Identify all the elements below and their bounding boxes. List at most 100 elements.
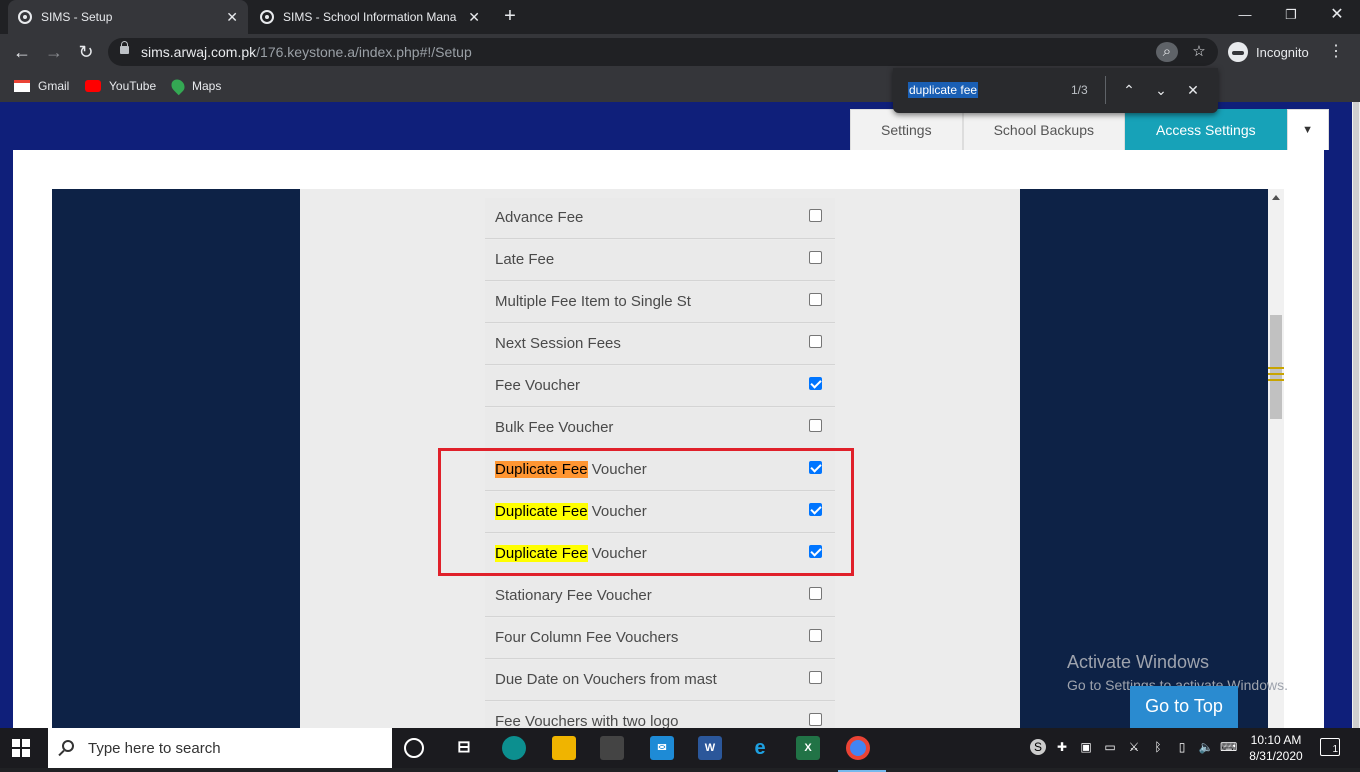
setting-checkbox[interactable]: [809, 209, 822, 222]
browser-tab-sims-setup[interactable]: SIMS - Setup ✕: [8, 0, 248, 34]
setting-label: Fee Vouchers with two logo: [495, 713, 679, 728]
task-view-icon[interactable]: ⊟: [452, 736, 476, 760]
tray-monitor-icon[interactable]: ▭: [1102, 739, 1118, 755]
setting-label: Four Column Fee Vouchers: [495, 629, 679, 646]
tab-school-backups[interactable]: School Backups: [962, 109, 1125, 150]
setting-checkbox[interactable]: [809, 251, 822, 264]
setting-label: Bulk Fee Voucher: [495, 419, 614, 436]
excel-icon[interactable]: X: [796, 736, 820, 760]
find-bar: duplicate fee 1/3 ⌃ ⌄ ✕: [893, 68, 1218, 113]
tray-display-icon[interactable]: ▣: [1078, 739, 1094, 755]
battery-icon[interactable]: ▯: [1174, 739, 1190, 755]
tab-access-settings[interactable]: Access Settings: [1125, 109, 1287, 150]
mail-icon[interactable]: ✉: [650, 736, 674, 760]
bookmark-label: YouTube: [109, 79, 157, 93]
bookmark-gmail[interactable]: Gmail: [14, 76, 69, 96]
incognito-indicator[interactable]: Incognito: [1228, 39, 1309, 65]
inner-scrollbar[interactable]: [1268, 189, 1284, 728]
setting-label: Next Session Fees: [495, 335, 621, 352]
setting-label: Multiple Fee Item to Single St: [495, 293, 691, 310]
tabs-dropdown-caret-icon[interactable]: ▼: [1286, 109, 1329, 150]
file-explorer-icon[interactable]: [552, 736, 576, 760]
store-icon[interactable]: [600, 736, 624, 760]
scroll-up-arrow-icon[interactable]: [1272, 195, 1280, 200]
globe-icon: [18, 10, 32, 24]
setting-label: Fee Voucher: [495, 377, 581, 394]
setting-checkbox[interactable]: [809, 419, 822, 432]
tray-network-icon[interactable]: ⚔: [1126, 739, 1142, 755]
close-tab-icon[interactable]: ✕: [468, 9, 480, 26]
reload-icon[interactable]: ↻: [74, 40, 98, 64]
clock-date: 8/31/2020: [1249, 749, 1303, 763]
bluetooth-icon[interactable]: ᛒ: [1150, 739, 1166, 755]
find-in-page-icon[interactable]: ⌕: [1156, 42, 1178, 62]
incognito-icon: [1228, 42, 1248, 62]
page-scrollbar-thumb[interactable]: [1353, 102, 1359, 728]
minimize-button[interactable]: —: [1222, 0, 1268, 34]
close-tab-icon[interactable]: ✕: [226, 9, 238, 26]
setting-checkbox[interactable]: [809, 377, 822, 390]
skype-icon[interactable]: S: [1030, 739, 1046, 755]
setting-checkbox[interactable]: [809, 629, 822, 642]
setting-label: Advance Fee: [495, 209, 584, 226]
bookmark-star-icon[interactable]: ☆: [1188, 42, 1210, 62]
page-content: Settings School Backups Access Settings …: [0, 102, 1360, 728]
find-match-count: 1/3: [1071, 83, 1088, 97]
chrome-icon[interactable]: [838, 736, 886, 772]
windows-taskbar: Type here to search ⊟ ✉ W e X S ✚ ▣ ▭ ⚔ …: [0, 728, 1360, 772]
setting-checkbox[interactable]: [809, 671, 822, 684]
kebab-menu-icon[interactable]: ⋮: [1324, 40, 1348, 64]
keyboard-icon[interactable]: ⌨: [1220, 739, 1237, 755]
close-window-button[interactable]: ✕: [1314, 0, 1360, 34]
find-divider: [1105, 76, 1106, 104]
setting-row: Four Column Fee Vouchers: [485, 618, 835, 659]
word-icon[interactable]: W: [698, 736, 722, 760]
setting-row: Advance Fee: [485, 198, 835, 239]
bookmark-youtube[interactable]: YouTube: [85, 76, 156, 96]
browser-toolbar: ← → ↻ sims.arwaj.com.pk/176.keystone.a/i…: [0, 34, 1360, 70]
cortana-icon[interactable]: [404, 738, 424, 758]
tab-title: SIMS - School Information Mana: [283, 10, 457, 24]
url-text: sims.arwaj.com.pk/176.keystone.a/index.p…: [141, 44, 472, 60]
setting-row: Fee Voucher: [485, 366, 835, 407]
taskbar-search-box[interactable]: Type here to search: [48, 728, 392, 768]
tray-app-icon[interactable]: ✚: [1054, 739, 1070, 755]
page-scrollbar[interactable]: [1352, 102, 1360, 728]
find-match-marker: [1268, 373, 1284, 375]
activate-title: Activate Windows: [1067, 652, 1210, 672]
right-dark-column: [1020, 189, 1268, 728]
bookmark-label: Maps: [192, 79, 222, 93]
setting-checkbox[interactable]: [809, 335, 822, 348]
find-previous-chevron-up-icon[interactable]: ⌃: [1119, 80, 1139, 100]
setting-row: Bulk Fee Voucher: [485, 408, 835, 449]
incognito-label: Incognito: [1256, 44, 1309, 60]
maps-icon: [168, 76, 188, 96]
setting-checkbox[interactable]: [809, 713, 822, 726]
setting-row: Multiple Fee Item to Single St: [485, 282, 835, 323]
new-tab-button[interactable]: +: [498, 4, 522, 28]
search-icon: [62, 740, 74, 752]
bookmark-label: Gmail: [38, 79, 70, 93]
browser-tab-sims-school-info[interactable]: SIMS - School Information Mana ✕: [250, 0, 490, 34]
youtube-icon: [85, 80, 101, 92]
search-placeholder: Type here to search: [88, 740, 221, 757]
action-center-icon[interactable]: 1: [1320, 738, 1340, 756]
system-clock[interactable]: 10:10 AM 8/31/2020: [1244, 732, 1308, 764]
windows-start-icon[interactable]: [12, 739, 30, 757]
find-input[interactable]: duplicate fee: [908, 82, 979, 98]
tab-settings[interactable]: Settings: [850, 109, 963, 150]
find-close-icon[interactable]: ✕: [1183, 80, 1203, 100]
setting-checkbox[interactable]: [809, 293, 822, 306]
back-arrow-icon[interactable]: ←: [10, 40, 34, 64]
edge-icon[interactable]: [502, 736, 526, 760]
bookmark-maps[interactable]: Maps: [168, 76, 222, 96]
forward-arrow-icon[interactable]: →: [42, 40, 66, 64]
address-bar[interactable]: sims.arwaj.com.pk/176.keystone.a/index.p…: [108, 38, 1218, 66]
internet-explorer-icon[interactable]: e: [748, 736, 772, 760]
find-next-chevron-down-icon[interactable]: ⌄: [1151, 80, 1171, 100]
highlight-annotation-box: [438, 448, 854, 576]
volume-icon[interactable]: 🔈: [1198, 739, 1214, 755]
maximize-button[interactable]: ❐: [1268, 0, 1314, 34]
setting-checkbox[interactable]: [809, 587, 822, 600]
go-to-top-button[interactable]: Go to Top: [1130, 686, 1238, 728]
